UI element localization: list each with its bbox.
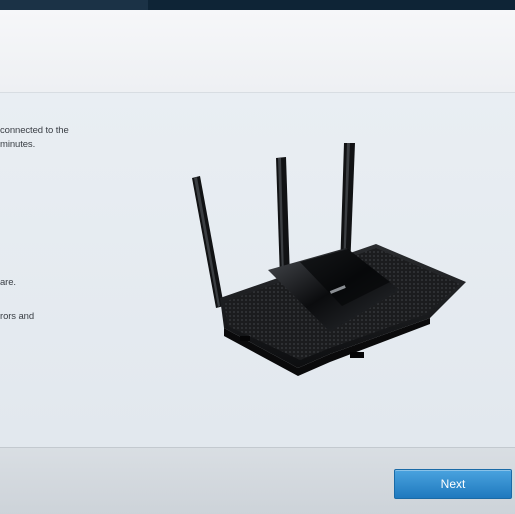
- next-button[interactable]: Next: [394, 469, 512, 499]
- router-antenna: [192, 176, 224, 308]
- router-illustration: [192, 143, 466, 376]
- top-navigation-segment: [0, 0, 148, 10]
- header-band: [0, 10, 515, 93]
- instruction-text-line: connected to the: [0, 125, 69, 136]
- router-antenna: [276, 157, 290, 279]
- instruction-text-line: are.: [0, 277, 16, 288]
- instruction-text-line: rors and: [0, 311, 35, 322]
- top-navigation-bar: [0, 0, 515, 10]
- setup-wizard-window: connected to the minutes. are. rors and: [0, 0, 515, 514]
- instruction-text-line: minutes.: [0, 139, 36, 150]
